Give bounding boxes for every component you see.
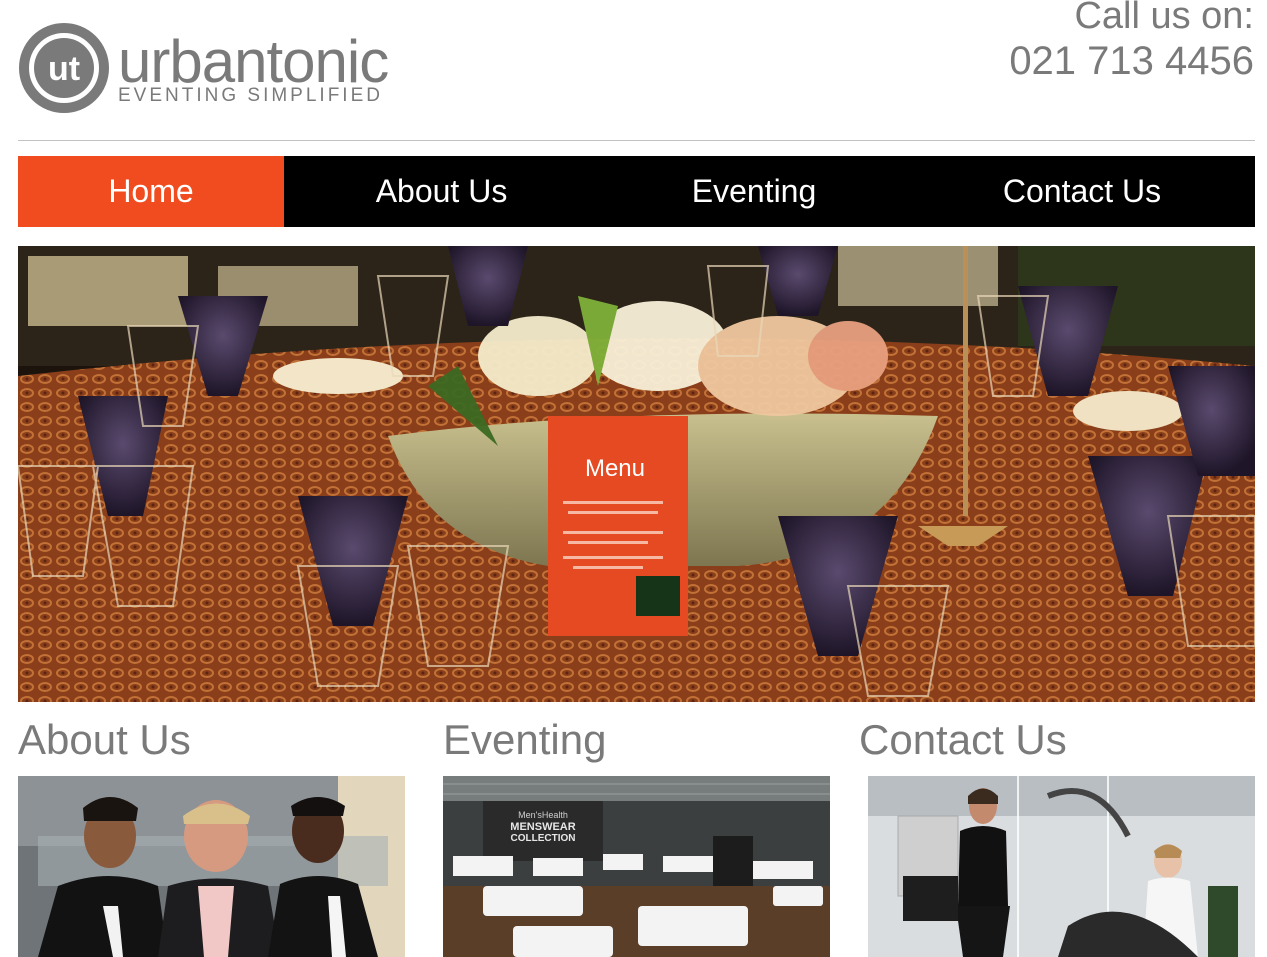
section-title-about-us[interactable]: About Us (18, 716, 191, 764)
banner-line-1: Men'sHealth (518, 810, 568, 820)
nav-eventing[interactable]: Eventing (599, 156, 909, 227)
staff-photo (18, 776, 405, 957)
main-nav: Home About Us Eventing Contact Us (18, 156, 1255, 227)
site-logo[interactable]: ut urbantonic EVENTING SIMPLIFIED (18, 22, 398, 117)
nav-about-us[interactable]: About Us (284, 156, 599, 227)
section-title-eventing[interactable]: Eventing (443, 716, 606, 764)
section-title-contact-us[interactable]: Contact Us (859, 716, 1067, 764)
logo-letters: ut (48, 50, 80, 88)
phone-number[interactable]: 021 713 4456 (1009, 38, 1254, 84)
eventing-thumbnail[interactable]: Men'sHealth MENSWEAR COLLECTION (443, 776, 830, 957)
nav-contact-us[interactable]: Contact Us (909, 156, 1255, 227)
about-us-thumbnail[interactable] (18, 776, 405, 957)
contact-us-thumbnail[interactable] (868, 776, 1255, 957)
brand-tagline: EVENTING SIMPLIFIED (118, 85, 383, 106)
venue-photo: Men'sHealth MENSWEAR COLLECTION (443, 776, 830, 957)
menu-card: Menu (548, 416, 688, 636)
header-divider (18, 140, 1255, 141)
table-setting-photo: Menu (18, 246, 1255, 702)
brand-name: urbantonic (118, 28, 389, 95)
guests-photo (868, 776, 1255, 957)
logo-mark-icon: ut (19, 23, 109, 113)
call-us-label: Call us on: (1074, 0, 1254, 37)
menu-card-text: Menu (585, 455, 645, 482)
call-us-block: Call us on: 021 713 4456 (1009, 0, 1254, 84)
banner-line-2: MENSWEAR (510, 821, 575, 833)
nav-home[interactable]: Home (18, 156, 284, 227)
banner-line-3: COLLECTION (511, 833, 576, 844)
hero-image: Menu (18, 246, 1255, 702)
